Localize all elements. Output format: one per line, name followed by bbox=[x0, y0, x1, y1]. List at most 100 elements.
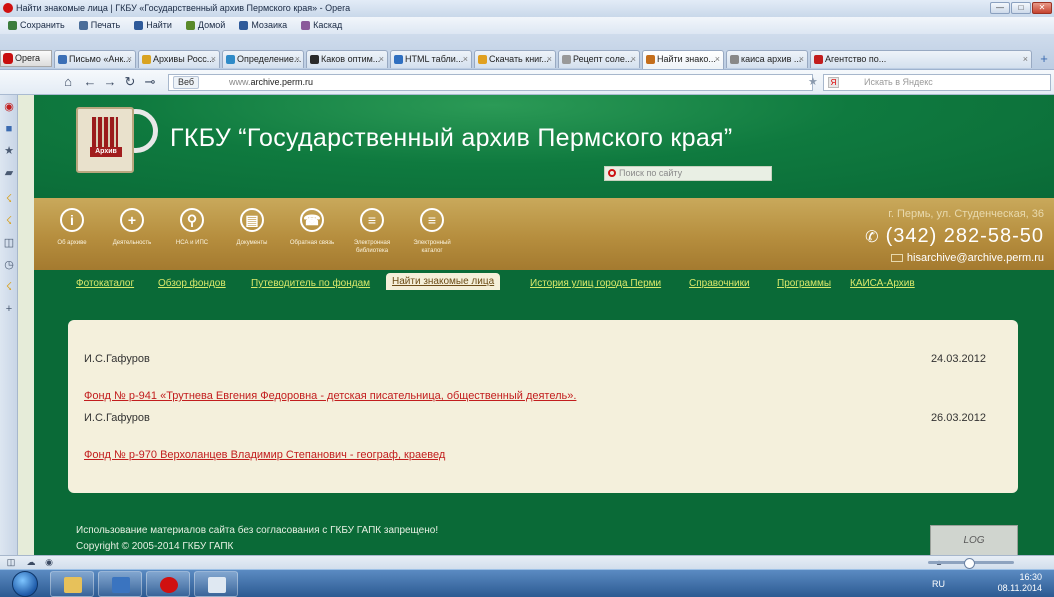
toolbar-item[interactable]: Мозаика bbox=[239, 17, 287, 34]
reload-icon[interactable]: ↻ bbox=[122, 74, 138, 90]
address-field[interactable]: Веб www.archive.perm.ru bbox=[168, 74, 813, 91]
tab-close-icon[interactable]: × bbox=[211, 51, 216, 68]
nav-item-4[interactable]: ▤ Документы bbox=[222, 208, 282, 247]
widgets-icon[interactable]: ☇ bbox=[3, 193, 15, 205]
contact-email[interactable]: hisarchive@archive.perm.ru bbox=[890, 252, 1044, 264]
document-icon bbox=[208, 577, 226, 593]
site-search-placeholder: Поиск по сайту bbox=[619, 168, 683, 178]
toolbar-item[interactable]: Каскад bbox=[301, 17, 342, 34]
opera-menu-button[interactable]: Opera bbox=[0, 50, 52, 67]
tab-close-icon[interactable]: × bbox=[295, 51, 300, 68]
tab-favicon-icon bbox=[58, 55, 67, 64]
bookmarks-icon[interactable]: ★ bbox=[3, 145, 15, 157]
main-navigation: i Об архиве + Деятельность ⚲ НСА и ИПС ▤ Докуме… bbox=[34, 198, 1054, 270]
links-icon[interactable]: ☇ bbox=[3, 281, 15, 293]
key-icon[interactable]: ⊸ bbox=[142, 74, 158, 90]
clock[interactable]: 16:30 08.11.2014 bbox=[998, 572, 1042, 594]
tab-close-icon[interactable]: × bbox=[715, 51, 720, 68]
search-field[interactable]: ★ Я Искать в Яндекс bbox=[808, 74, 1051, 91]
entry-fond-link[interactable]: Фонд № р-970 Верхоланцев Владимир Степан… bbox=[84, 449, 445, 461]
tab-close-icon[interactable]: × bbox=[547, 51, 552, 68]
tab-close-icon[interactable]: × bbox=[379, 51, 384, 68]
tab-10[interactable]: Агентство по... × bbox=[810, 50, 1032, 68]
unite-icon[interactable]: ◉ bbox=[44, 557, 54, 567]
entry-fond-link[interactable]: Фонд № р-941 «Трутнева Евгения Федоровна… bbox=[84, 390, 576, 402]
document-taskbar-button[interactable] bbox=[194, 571, 238, 597]
opera-taskbar-button[interactable] bbox=[146, 571, 190, 597]
toolbar-item[interactable]: Домой bbox=[185, 17, 225, 34]
section-link-3[interactable]: Путеводитель по фондам bbox=[251, 278, 370, 289]
opera-link-icon[interactable]: ◉ bbox=[3, 101, 15, 113]
site-logo[interactable]: Архив bbox=[76, 107, 158, 175]
tab-close-icon[interactable]: × bbox=[1023, 51, 1028, 68]
tab-5[interactable]: HTML табли... × bbox=[390, 50, 472, 68]
tab-close-icon[interactable]: × bbox=[463, 51, 468, 68]
email-address: hisarchive@archive.perm.ru bbox=[906, 252, 1044, 264]
maximize-button[interactable]: □ bbox=[1011, 2, 1031, 14]
cloud-icon[interactable]: ☁ bbox=[26, 557, 36, 567]
tab-7[interactable]: Рецепт соле... × bbox=[558, 50, 640, 68]
status-bar: ◫ ☁ ◉ ▴ bbox=[0, 555, 1054, 569]
section-link-8[interactable]: КАИСА-Архив bbox=[850, 278, 915, 289]
zoom-slider[interactable] bbox=[928, 558, 1014, 569]
clock-time: 16:30 bbox=[1019, 572, 1042, 582]
section-link-4[interactable]: Найти знакомые лица bbox=[386, 273, 501, 290]
nav-item-2[interactable]: + Деятельность bbox=[102, 208, 162, 247]
panel-toggle-icon[interactable]: ◫ bbox=[6, 557, 16, 567]
section-link-6[interactable]: Справочники bbox=[689, 278, 750, 289]
tab-4[interactable]: Каков оптим... × bbox=[306, 50, 388, 68]
notes-icon[interactable]: ▰ bbox=[3, 167, 15, 179]
search-icon bbox=[608, 169, 616, 177]
tab-2[interactable]: Архивы Росс... × bbox=[138, 50, 220, 68]
windows-icon[interactable]: ◫ bbox=[3, 237, 15, 249]
tab-close-icon[interactable]: × bbox=[127, 51, 132, 68]
nav-item-1[interactable]: i Об архиве bbox=[42, 208, 102, 247]
tab-label: Скачать книг... bbox=[489, 54, 549, 64]
tab-9[interactable]: каиса архив ... × bbox=[726, 50, 808, 68]
section-link-7[interactable]: Программы bbox=[777, 278, 831, 289]
clock-date: 08.11.2014 bbox=[997, 583, 1042, 593]
phone-icon: ✆ bbox=[865, 229, 880, 246]
tab-1[interactable]: Письмо «Анк... × bbox=[54, 50, 136, 68]
new-tab-button[interactable]: + bbox=[1037, 52, 1051, 66]
section-link-5[interactable]: История улиц города Перми bbox=[530, 278, 661, 289]
tab-6[interactable]: Скачать книг... × bbox=[474, 50, 556, 68]
home-icon[interactable]: ⌂ bbox=[60, 74, 76, 90]
add-panel-icon[interactable]: + bbox=[3, 303, 15, 315]
nav-item-label: Обратная связь bbox=[289, 240, 335, 246]
minimize-button[interactable]: — bbox=[990, 2, 1010, 14]
tab-label: Определение... bbox=[237, 54, 302, 64]
site-title: ГКБУ “Государственный архив Пермского кр… bbox=[170, 124, 733, 152]
transfers-icon[interactable]: ☇ bbox=[3, 215, 15, 227]
back-icon[interactable]: ← bbox=[82, 74, 98, 90]
speed-dial-icon[interactable]: ■ bbox=[3, 123, 15, 135]
url-prefix: www. bbox=[229, 77, 251, 87]
tab-8[interactable]: Найти знако... × bbox=[642, 50, 724, 69]
section-link-1[interactable]: Фотокаталог bbox=[76, 278, 134, 289]
tab-close-icon[interactable]: × bbox=[799, 51, 804, 68]
nav-item-5[interactable]: ☎ Обратная связь bbox=[282, 208, 342, 247]
nav-item-3[interactable]: ⚲ НСА и ИПС bbox=[162, 208, 222, 247]
language-indicator[interactable]: RU bbox=[932, 579, 945, 589]
history-icon[interactable]: ◷ bbox=[3, 259, 15, 271]
bookmark-star-icon[interactable]: ★ bbox=[808, 75, 818, 90]
tab-close-icon[interactable]: × bbox=[631, 51, 636, 68]
forward-icon[interactable]: → bbox=[102, 74, 118, 90]
yandex-icon: Я bbox=[828, 77, 839, 88]
toolbar-item[interactable]: Найти bbox=[134, 17, 172, 34]
toolbar-item[interactable]: Печать bbox=[78, 17, 120, 34]
toolbar-item[interactable]: Сохранить bbox=[8, 17, 65, 34]
site-search-input[interactable]: Поиск по сайту bbox=[604, 166, 772, 181]
nav-item-6[interactable]: ≡ Электронная библиотека bbox=[342, 208, 402, 255]
phone-number: (342) 282-58-50 bbox=[885, 225, 1044, 247]
nav-item-7[interactable]: ≡ Электронный каталог bbox=[402, 208, 462, 255]
nav-item-label: Документы bbox=[236, 240, 268, 246]
media-taskbar-button[interactable] bbox=[98, 571, 142, 597]
section-link-2[interactable]: Обзор фондов bbox=[158, 278, 226, 289]
start-button[interactable] bbox=[12, 571, 38, 597]
visit-counter[interactable]: LOG bbox=[930, 525, 1018, 555]
explorer-taskbar-button[interactable] bbox=[50, 571, 94, 597]
close-button[interactable]: ✕ bbox=[1032, 2, 1052, 14]
tab-3[interactable]: Определение... × bbox=[222, 50, 304, 68]
footer-copyright: Copyright © 2005-2014 ГКБУ ГАПК bbox=[76, 541, 234, 552]
